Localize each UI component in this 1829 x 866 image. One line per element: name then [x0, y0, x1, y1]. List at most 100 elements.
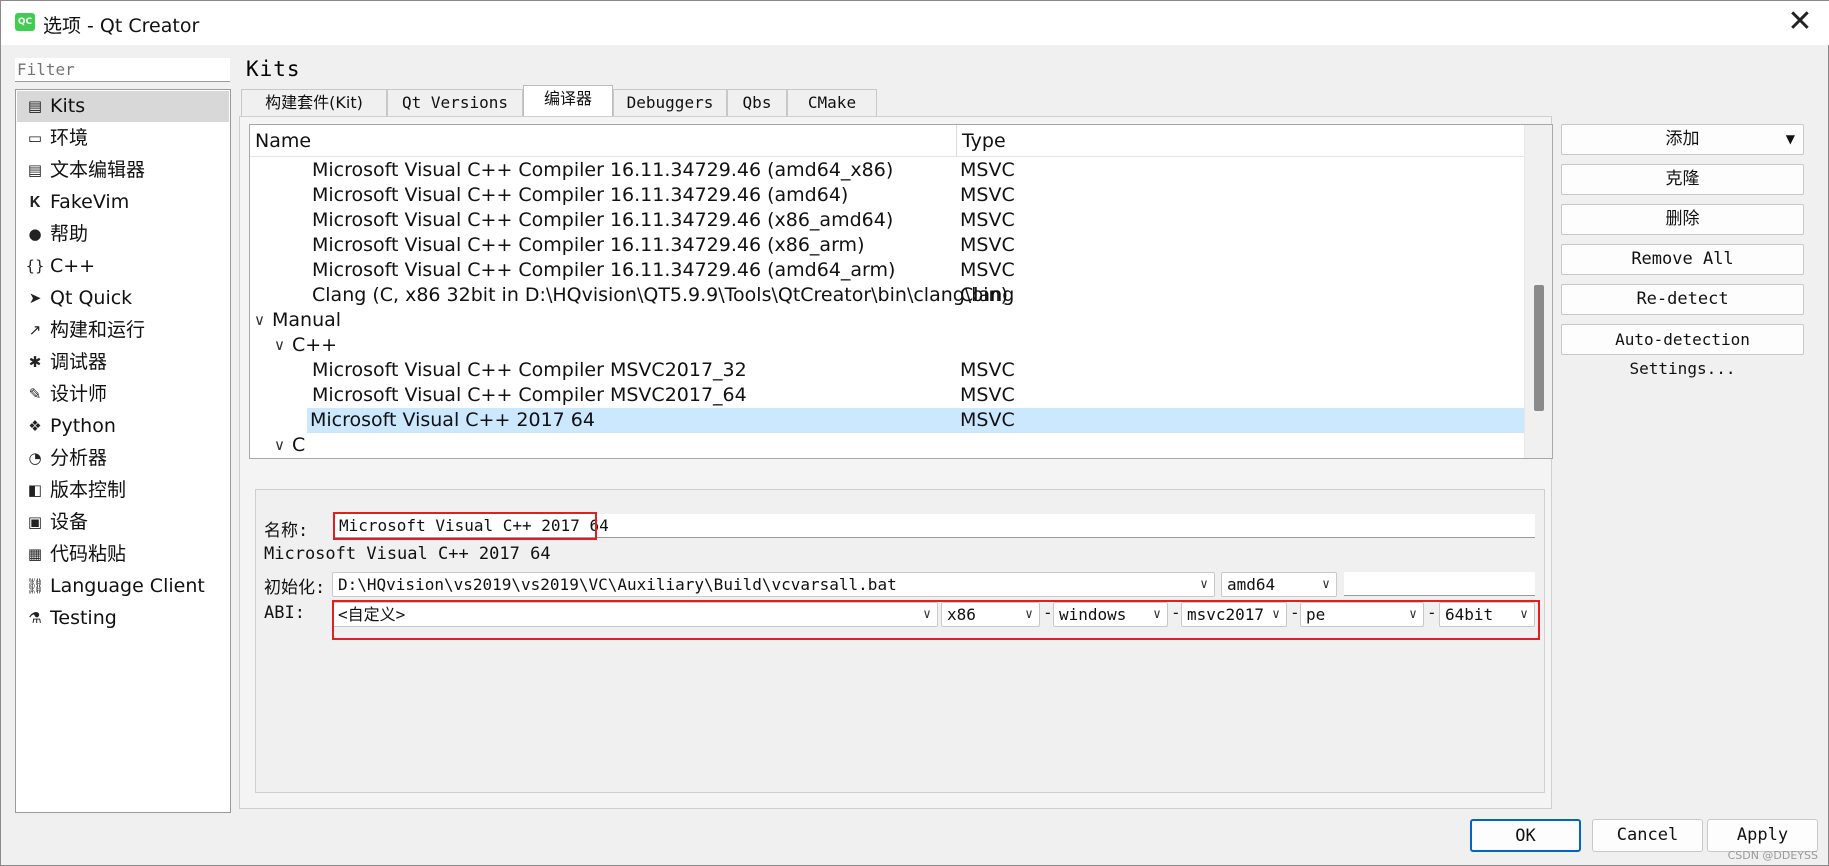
sidebar-item-label: 环境 — [50, 127, 89, 149]
sidebar-item[interactable]: ⛓ Language Client — [17, 571, 229, 602]
ok-button[interactable]: OK — [1470, 819, 1581, 852]
sidebar: ▤ Kits ▭ 环境 ▤ 文本编辑器 𝐊 FakeVim ● 帮助 {} C++ ➤ Qt Quick ↗… — [15, 89, 231, 813]
filter-input[interactable] — [15, 58, 230, 82]
column-header-type[interactable]: Type — [962, 130, 1006, 152]
sidebar-item-label: 设计师 — [50, 383, 108, 405]
tree-row[interactable]: Microsoft Visual C++ 2017 64 MSVC — [307, 408, 1524, 433]
analyzer-icon: ◔ — [28, 449, 42, 467]
add-button-label: 添加 — [1665, 129, 1700, 149]
tree-row-type: MSVC — [960, 384, 1015, 406]
sidebar-item[interactable]: ▭ 环境 — [17, 123, 229, 154]
sidebar-item-label: 分析器 — [50, 447, 108, 469]
sidebar-item[interactable]: ❖ Python — [17, 411, 229, 442]
tree-row-name: Manual — [272, 309, 342, 331]
qt-creator-app-icon: QC — [15, 13, 35, 31]
tree-row-name: C — [292, 434, 306, 456]
hammer-icon: ↗ — [28, 321, 42, 339]
sidebar-item[interactable]: ▦ 代码粘贴 — [17, 539, 229, 570]
scrollbar-thumb[interactable] — [1534, 285, 1544, 411]
expand-chevron-icon[interactable]: ∨ — [274, 433, 285, 458]
tree-row[interactable]: Microsoft Visual C++ Compiler 16.11.3472… — [250, 233, 1524, 258]
sidebar-item-label: 文本编辑器 — [50, 159, 146, 181]
tree-row-type: MSVC — [960, 259, 1015, 281]
tab[interactable]: 编译器 — [523, 85, 613, 116]
python-icon: ❖ — [28, 417, 42, 435]
tree-row-name: Microsoft Visual C++ Compiler MSVC2017_3… — [312, 359, 747, 381]
dropdown-arrow-icon: ▼ — [1785, 132, 1795, 146]
tab[interactable]: 构建套件(Kit) — [241, 89, 387, 116]
tree-row[interactable]: ∨ Manual — [250, 308, 1524, 333]
close-icon[interactable]: ✕ — [1782, 5, 1818, 41]
tree-row-name: Microsoft Visual C++ Compiler MSVC2017_6… — [312, 384, 747, 406]
version-control-icon: ◧ — [27, 481, 43, 499]
sidebar-item[interactable]: ↗ 构建和运行 — [17, 315, 229, 346]
tree-row-type: MSVC — [960, 359, 1015, 381]
sidebar-item[interactable]: 𝐊 FakeVim — [17, 187, 229, 218]
target-arch-combo[interactable]: amd64 ∨ — [1221, 572, 1337, 597]
sidebar-item-label: 调试器 — [50, 351, 108, 373]
column-divider[interactable] — [956, 125, 957, 157]
text-editor-icon: ▤ — [27, 161, 43, 179]
sidebar-item[interactable]: ▤ Kits — [17, 91, 229, 122]
language-client-icon: ⛓ — [25, 577, 45, 595]
qt-quick-icon: ➤ — [28, 289, 42, 307]
abi-highlight-box — [332, 600, 1540, 640]
tree-row[interactable]: Microsoft Visual C++ Compiler MSVC2017_3… — [250, 358, 1524, 383]
sidebar-item[interactable]: ✎ 设计师 — [17, 379, 229, 410]
initialization-label: 初始化: — [264, 578, 326, 598]
help-icon: ● — [28, 225, 42, 243]
tree-row-type: MSVC — [960, 409, 1015, 431]
name-highlight-box — [333, 512, 597, 540]
sidebar-item[interactable]: ◧ 版本控制 — [17, 475, 229, 506]
sidebar-item[interactable]: ▤ 文本编辑器 — [17, 155, 229, 186]
vertical-scrollbar[interactable] — [1524, 125, 1552, 458]
auto-detection-settings-button[interactable]: Auto-detection Settings... — [1561, 324, 1804, 378]
apply-button[interactable]: Apply — [1707, 819, 1818, 852]
sidebar-item[interactable]: ✱ 调试器 — [17, 347, 229, 378]
tab[interactable]: Debuggers — [613, 89, 727, 116]
tab[interactable]: CMake — [787, 89, 877, 116]
sidebar-item[interactable]: ◔ 分析器 — [17, 443, 229, 474]
column-header-name[interactable]: Name — [255, 130, 311, 152]
sidebar-item-label: 帮助 — [50, 223, 89, 245]
expand-chevron-icon[interactable]: ∨ — [254, 308, 265, 333]
sidebar-item[interactable]: ● 帮助 — [17, 219, 229, 250]
compiler-tree[interactable]: Name Type Microsoft Visual C++ Compiler … — [249, 124, 1553, 459]
cancel-button[interactable]: Cancel — [1592, 819, 1703, 852]
tree-row[interactable]: Microsoft Visual C++ Compiler MSVC2017_6… — [250, 383, 1524, 408]
tree-row-name: Microsoft Visual C++ Compiler 16.11.3472… — [312, 259, 896, 281]
expand-chevron-icon[interactable]: ∨ — [274, 333, 285, 358]
vcvars-path-combo[interactable]: D:\HQvision\vs2019\vs2019\VC\Auxiliary\B… — [332, 572, 1215, 597]
tree-header: Name Type — [250, 125, 1524, 157]
sidebar-item[interactable]: ▣ 设备 — [17, 507, 229, 538]
sidebar-item-label: Kits — [50, 95, 86, 117]
sidebar-item[interactable]: ⚗ Testing — [17, 603, 229, 634]
tab[interactable]: Qt Versions — [387, 89, 523, 116]
tree-row-name: Microsoft Visual C++ 2017 64 — [310, 409, 595, 431]
options-dialog: QC 选项 - Qt Creator ✕ ▤ Kits ▭ 环境 ▤ 文本编辑器 𝐊 Fake… — [0, 0, 1829, 866]
tree-row[interactable]: Clang (C, x86 32bit in D:\HQvision\QT5.9… — [250, 283, 1524, 308]
tree-row-type: MSVC — [960, 159, 1015, 181]
remove-all-button[interactable]: Remove All — [1561, 244, 1804, 275]
redetect-button[interactable]: Re-detect — [1561, 284, 1804, 315]
title-bar: QC 选项 - Qt Creator ✕ — [1, 1, 1829, 45]
vcvars-path-value: D:\HQvision\vs2019\vs2019\VC\Auxiliary\B… — [338, 575, 897, 594]
tree-row[interactable]: Microsoft Visual C++ Compiler 16.11.3472… — [250, 258, 1524, 283]
remove-button[interactable]: 删除 — [1561, 204, 1804, 235]
clone-button[interactable]: 克隆 — [1561, 164, 1804, 195]
sidebar-item-label: C++ — [50, 255, 96, 277]
tree-row[interactable]: Microsoft Visual C++ Compiler 16.11.3472… — [250, 208, 1524, 233]
device-icon: ▣ — [27, 513, 43, 531]
tree-row[interactable]: ∨ C — [250, 433, 1524, 458]
sidebar-item[interactable]: ➤ Qt Quick — [17, 283, 229, 314]
tree-row[interactable]: Microsoft Visual C++ Compiler 16.11.3472… — [250, 158, 1524, 183]
tab[interactable]: Qbs — [727, 89, 787, 116]
tree-row[interactable]: ∨ C++ — [250, 333, 1524, 358]
sidebar-item[interactable]: {} C++ — [17, 251, 229, 282]
add-button[interactable]: 添加 ▼ — [1561, 124, 1804, 155]
window-title: 选项 - Qt Creator — [43, 15, 200, 37]
kits-icon: ▤ — [27, 97, 43, 115]
tree-row-type: MSVC — [960, 234, 1015, 256]
tree-row[interactable]: Microsoft Visual C++ Compiler 16.11.3472… — [250, 183, 1524, 208]
vcvars-arguments-field[interactable] — [1344, 572, 1535, 596]
